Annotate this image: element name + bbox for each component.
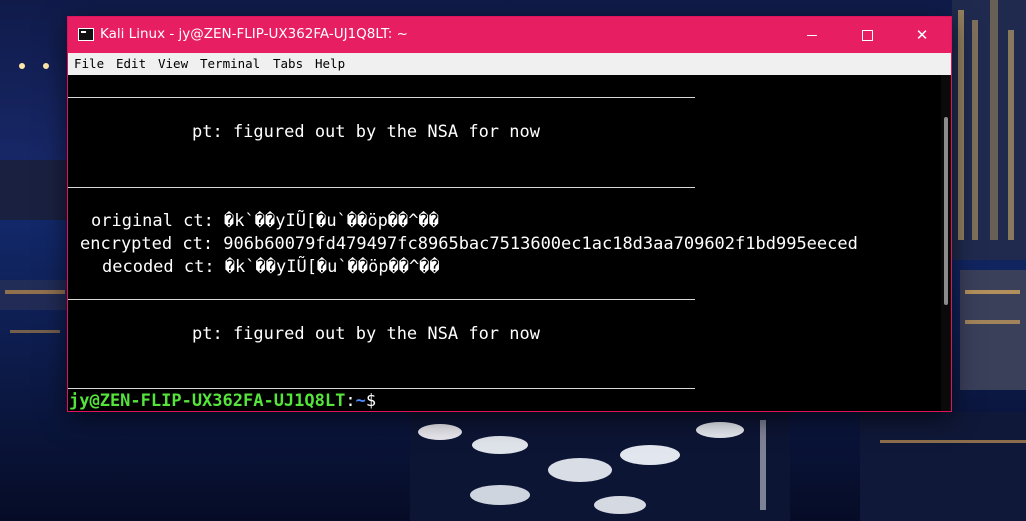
encrypted-ct-line: encrypted ct: 906b60079fd479497fc8965bac… — [80, 234, 858, 254]
menu-tabs[interactable]: Tabs — [273, 56, 303, 71]
menu-bar: File Edit View Terminal Tabs Help — [68, 53, 951, 75]
menu-view[interactable]: View — [158, 56, 188, 71]
maximize-icon — [861, 30, 873, 41]
separator-line — [68, 187, 695, 188]
menu-help[interactable]: Help — [315, 56, 345, 71]
close-icon: ✕ — [915, 26, 929, 44]
pt-line: pt: figured out by the NSA for now — [192, 324, 540, 344]
menu-file[interactable]: File — [74, 56, 104, 71]
maximize-button[interactable] — [844, 17, 890, 53]
prompt-separator: : — [345, 391, 356, 411]
prompt-user-host: jy@ZEN-FLIP-UX362FA-UJ1Q8LT — [69, 391, 346, 411]
prompt-path: ~ — [355, 391, 366, 411]
terminal-app-icon — [78, 28, 94, 41]
title-bar[interactable]: Kali Linux - jy@ZEN-FLIP-UX362FA-UJ1Q8LT… — [68, 17, 951, 53]
original-ct-line: original ct: �k`��yIŨ[�u`��öp��^�� — [91, 211, 439, 231]
minimize-icon — [807, 35, 817, 36]
close-button[interactable]: ✕ — [899, 17, 945, 53]
minimize-button[interactable] — [789, 17, 835, 53]
separator-line — [68, 388, 695, 389]
terminal-output[interactable]: pt: figured out by the NSA for now origi… — [68, 75, 942, 411]
pt-line: pt: figured out by the NSA for now — [192, 122, 540, 142]
scrollbar-thumb[interactable] — [944, 117, 948, 305]
window-title: Kali Linux - jy@ZEN-FLIP-UX362FA-UJ1Q8LT… — [100, 26, 408, 42]
shell-prompt[interactable]: jy@ZEN-FLIP-UX362FA-UJ1Q8LT:~$ — [69, 390, 376, 411]
decoded-ct-line: decoded ct: �k`��yIŨ[�u`��öp��^�� — [102, 257, 440, 277]
prompt-symbol: $ — [365, 391, 377, 411]
separator-line — [68, 299, 695, 300]
terminal-scrollbar[interactable] — [941, 75, 951, 411]
menu-edit[interactable]: Edit — [116, 56, 146, 71]
terminal-window: Kali Linux - jy@ZEN-FLIP-UX362FA-UJ1Q8LT… — [67, 16, 952, 412]
menu-terminal[interactable]: Terminal — [200, 56, 260, 71]
separator-line — [68, 97, 695, 98]
